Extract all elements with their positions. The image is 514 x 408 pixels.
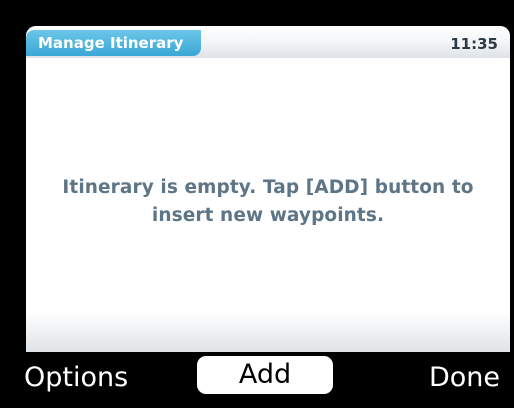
softkey-bar: Options Add Done [0, 352, 514, 408]
empty-state-line-2: insert new waypoints. [151, 205, 385, 226]
screen: Manage Itinerary 11:35 Itinerary is empt… [26, 26, 510, 352]
page-title: Manage Itinerary [26, 30, 202, 56]
empty-state-line-1: Itinerary is empty. Tap [ADD] button to [62, 177, 474, 198]
clock: 11:35 [450, 35, 498, 53]
done-button[interactable]: Done [429, 357, 500, 399]
empty-state-message: Itinerary is empty. Tap [ADD] button to … [26, 174, 510, 230]
options-button[interactable]: Options [24, 357, 128, 399]
screen-bottom-gradient [26, 312, 510, 352]
header-bar: Manage Itinerary 11:35 [26, 26, 510, 58]
device-frame: Manage Itinerary 11:35 Itinerary is empt… [0, 0, 514, 408]
add-button[interactable]: Add [197, 356, 333, 394]
